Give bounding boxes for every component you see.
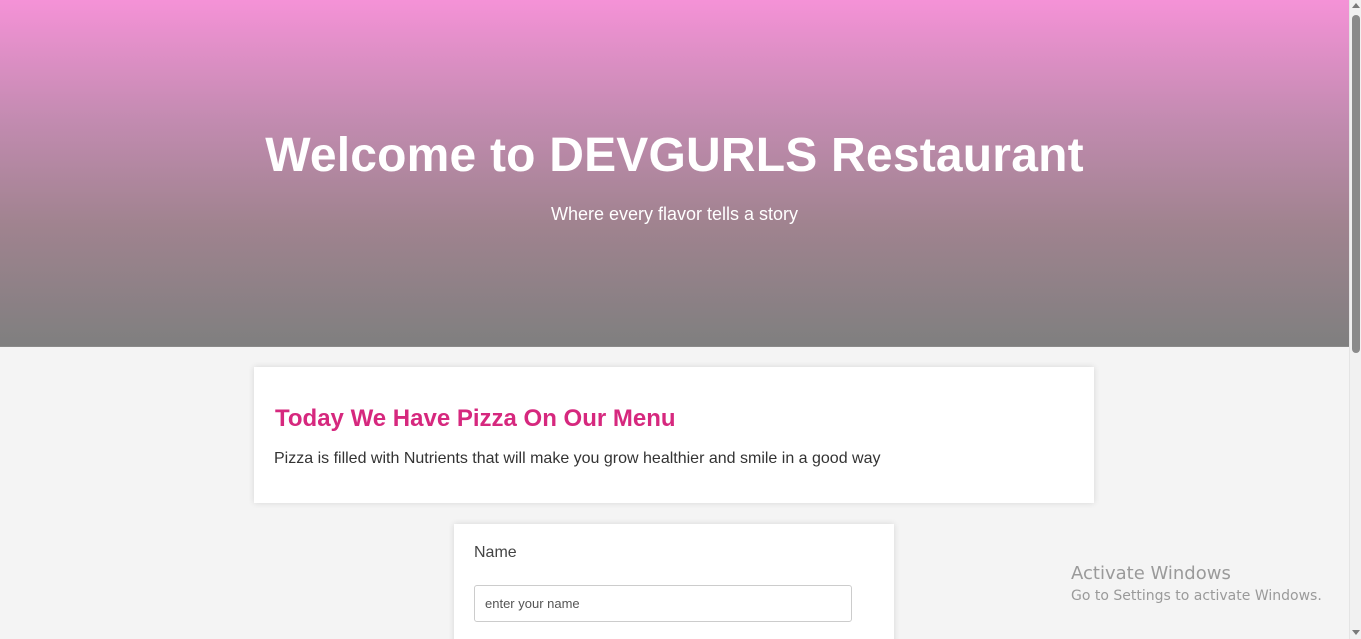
menu-description: Pizza is filled with Nutrients that will… — [274, 450, 881, 467]
activate-windows-watermark: Activate Windows Go to Settings to activ… — [1071, 563, 1322, 604]
watermark-subtitle: Go to Settings to activate Windows. — [1071, 588, 1322, 604]
menu-heading: Today We Have Pizza On Our Menu — [275, 405, 676, 432]
name-label: Name — [474, 544, 517, 561]
menu-card: Today We Have Pizza On Our Menu Pizza is… — [254, 367, 1094, 503]
scrollbar-thumb[interactable] — [1352, 15, 1360, 353]
name-input[interactable] — [474, 585, 852, 622]
order-form: Name — [454, 524, 894, 639]
browser-viewport: Welcome to DEVGURLS Restaurant Where eve… — [0, 0, 1361, 639]
page: Welcome to DEVGURLS Restaurant Where eve… — [0, 0, 1349, 639]
vertical-scrollbar[interactable] — [1349, 0, 1361, 639]
chevron-up-icon[interactable] — [1352, 3, 1360, 8]
chevron-down-icon[interactable] — [1352, 630, 1360, 635]
hero-banner: Welcome to DEVGURLS Restaurant Where eve… — [0, 0, 1349, 347]
watermark-title: Activate Windows — [1071, 563, 1231, 584]
hero-subtitle: Where every flavor tells a story — [550, 204, 799, 224]
hero-title: Welcome to DEVGURLS Restaurant — [265, 129, 1084, 182]
